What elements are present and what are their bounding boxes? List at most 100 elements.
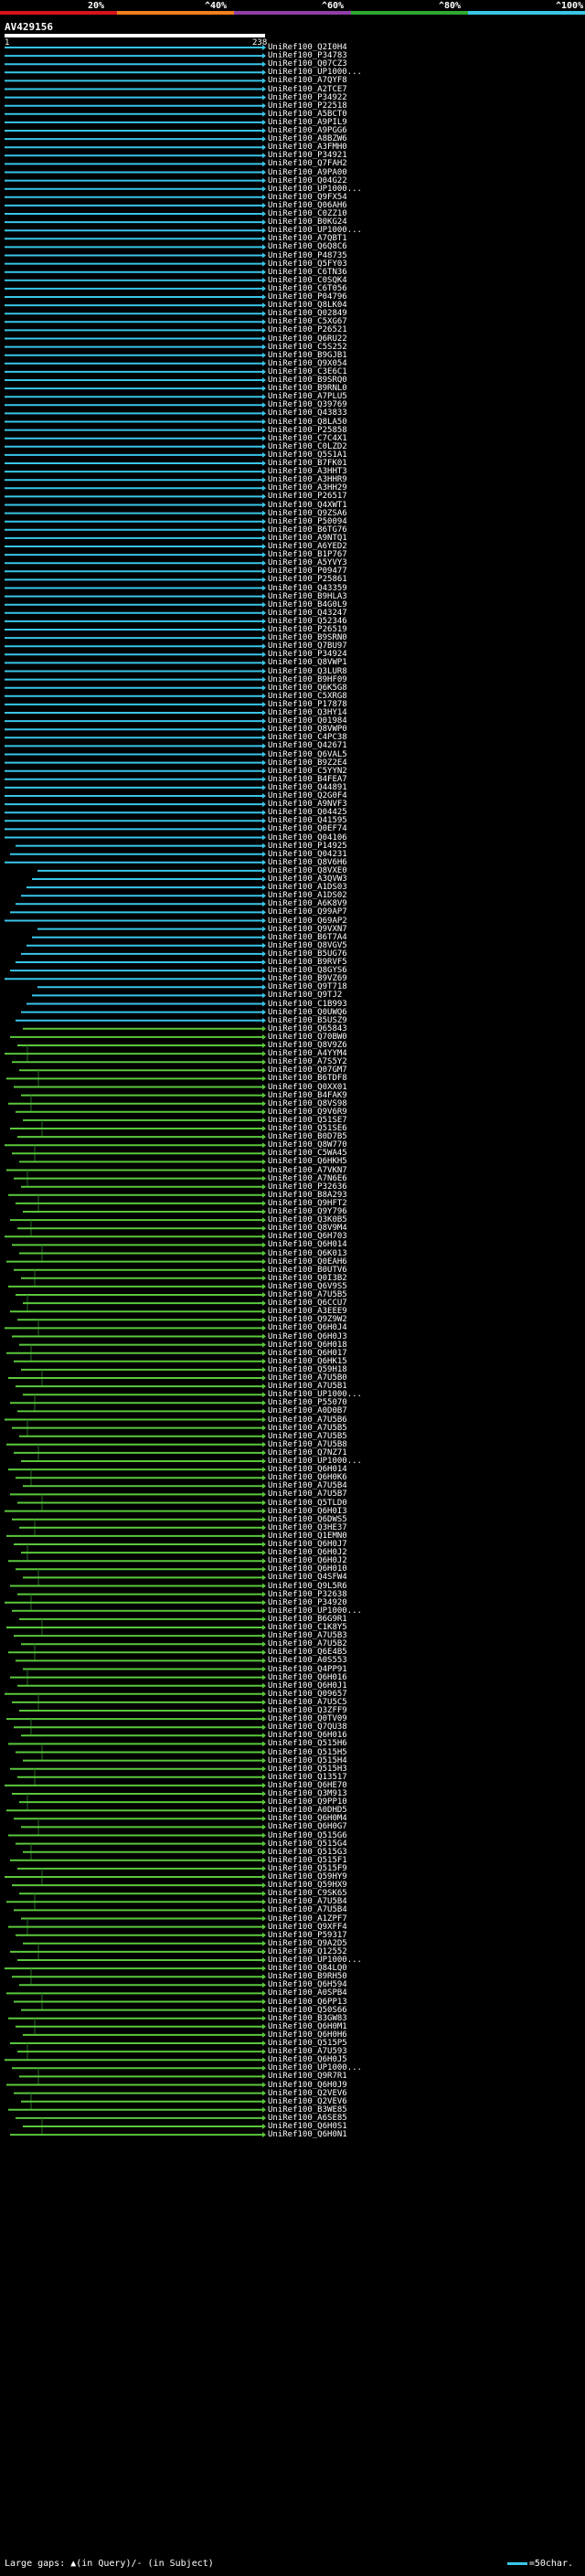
hit-end-marker <box>262 652 266 658</box>
hit-end-marker <box>262 535 266 541</box>
hit-end-marker <box>262 1126 266 1131</box>
hit-end-marker <box>262 1475 266 1481</box>
hit-end-marker <box>262 759 266 766</box>
hit-end-marker <box>262 909 266 916</box>
hit-end-marker <box>262 102 266 109</box>
hit-end-marker <box>262 186 266 192</box>
hit-end-marker <box>262 693 266 699</box>
hit-end-marker <box>262 78 266 84</box>
hit-end-marker <box>262 942 266 949</box>
hit-end-marker <box>262 1167 266 1173</box>
hit-end-marker <box>262 277 266 283</box>
hit-end-marker <box>262 1882 266 1889</box>
hit-end-marker <box>262 1225 266 1232</box>
hit-end-marker <box>262 202 266 208</box>
hit-end-marker <box>262 610 266 616</box>
hit-end-marker <box>262 601 266 608</box>
hit-end-marker <box>262 368 266 375</box>
hit-end-marker <box>262 1791 266 1797</box>
hit-end-marker <box>262 735 266 741</box>
hit-end-marker <box>262 1267 266 1273</box>
hit-end-marker <box>262 1350 266 1356</box>
hit-end-marker <box>262 1491 266 1498</box>
hit-end-marker <box>262 327 266 334</box>
hit-end-marker <box>262 1408 266 1415</box>
hit-end-marker <box>262 867 266 874</box>
hit-end-marker <box>262 1799 266 1806</box>
hit-end-marker <box>262 684 266 691</box>
hit-end-marker <box>262 768 266 774</box>
hit-end-marker <box>262 810 266 816</box>
hit-end-marker <box>262 2049 266 2055</box>
hit-end-marker <box>262 1658 266 1664</box>
hit-end-marker <box>262 1001 266 1007</box>
hit-end-marker <box>262 2057 266 2063</box>
hit-end-marker <box>262 1325 266 1331</box>
hit-end-marker <box>262 826 266 832</box>
hit-end-marker <box>262 1134 266 1140</box>
hit-end-marker <box>262 1691 266 1697</box>
hit-end-marker <box>262 1591 266 1597</box>
hit-end-marker <box>262 1857 266 1863</box>
hit-end-marker <box>262 793 266 799</box>
hit-end-marker <box>262 1159 266 1165</box>
hit-end-marker <box>262 1782 266 1788</box>
hit-end-marker <box>262 427 266 433</box>
hit-end-marker <box>262 1092 266 1098</box>
hit-end-marker <box>262 302 266 309</box>
hit-end-marker <box>262 1192 266 1198</box>
hit-end-marker <box>262 718 266 725</box>
hit-end-marker <box>262 627 266 632</box>
hit-end-marker <box>262 1458 266 1464</box>
hit-end-marker <box>262 1674 266 1680</box>
hit-end-marker <box>262 710 266 716</box>
hit-end-marker <box>262 751 266 758</box>
hit-end-marker <box>262 485 266 492</box>
hit-end-marker <box>262 2132 266 2138</box>
hit-end-marker <box>262 2073 266 2080</box>
hit-end-marker <box>262 984 266 991</box>
hit-end-marker <box>262 676 266 683</box>
hit-end-marker <box>262 1483 266 1489</box>
hit-end-marker <box>262 1924 266 1930</box>
legend-scale-text: =50char. <box>528 2559 573 2569</box>
hit-end-marker <box>262 1449 266 1456</box>
hit-end-marker <box>262 94 266 101</box>
hit-end-marker <box>262 643 266 650</box>
hit-end-marker <box>262 1899 266 1905</box>
hit-end-marker <box>262 1175 266 1182</box>
hit-end-marker <box>262 1209 266 1214</box>
hit-end-marker <box>262 701 266 707</box>
hit-end-marker <box>262 386 266 392</box>
hit-end-marker <box>262 552 266 558</box>
hit-end-marker <box>262 776 266 782</box>
hit-end-marker <box>262 1550 266 1556</box>
hit-end-marker <box>262 1250 266 1256</box>
hit-end-marker <box>262 1824 266 1830</box>
hit-end-marker <box>262 893 266 899</box>
hit-end-marker <box>262 1034 266 1040</box>
hit-end-marker <box>262 976 266 982</box>
hit-end-marker <box>262 2023 266 2030</box>
hit-end-marker <box>262 526 266 533</box>
hit-end-marker <box>262 1708 266 1713</box>
hit-end-marker <box>262 1583 266 1589</box>
hit-end-marker <box>262 1200 266 1206</box>
hit-end-marker <box>262 153 266 159</box>
hit-end-marker <box>262 211 266 217</box>
hit-end-marker <box>262 260 266 267</box>
hit-end-marker <box>262 169 266 175</box>
hit-end-marker <box>262 992 266 999</box>
hit-end-marker <box>262 1616 266 1622</box>
hit-end-marker <box>262 1317 266 1323</box>
hit-end-marker <box>262 1366 266 1373</box>
hit-end-marker <box>262 635 266 641</box>
hit-label[interactable]: UniRef100_Q6H0N1 <box>268 2131 347 2139</box>
legend-gaps-text: Large gaps: ▲(in Query)/- (in Subject) <box>5 2559 214 2569</box>
hit-end-marker <box>262 668 266 674</box>
hit-end-marker <box>262 934 266 940</box>
hit-end-marker <box>262 252 266 259</box>
legend: Large gaps: ▲(in Query)/- (in Subject) =… <box>5 2559 580 2569</box>
hit-end-marker <box>262 585 266 591</box>
hit-end-marker <box>262 1765 266 1772</box>
